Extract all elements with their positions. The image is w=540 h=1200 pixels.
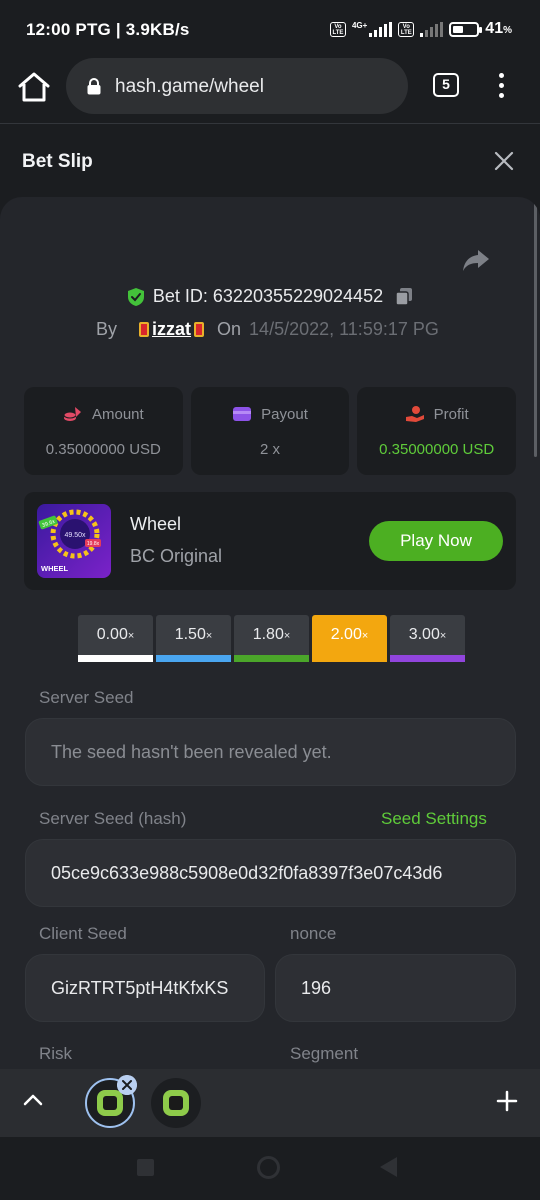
lock-icon: [87, 78, 101, 95]
red-envelope-icon-2: [194, 322, 205, 337]
copy-icon[interactable]: [395, 287, 413, 306]
game-provider: BC Original: [130, 546, 223, 566]
segment-label: Segment: [290, 1044, 359, 1063]
bet-owner-row: By izzat On 14/5/2022, 11:59:17 PG: [96, 319, 439, 340]
volte-icon: Vo LTE: [329, 21, 346, 37]
risk-label: Risk: [39, 1044, 73, 1063]
stat-payout: Payout 2 x: [190, 387, 350, 475]
scrollbar[interactable]: [534, 197, 537, 457]
recents-icon[interactable]: [137, 1159, 154, 1176]
game-name: Wheel: [130, 514, 182, 534]
stat-label: Amount: [91, 405, 144, 423]
multiplier-strip: 0.00× 1.50× 1.80× 2.00× 3.00×: [78, 615, 465, 662]
stat-value: 0.35000000 USD: [379, 441, 495, 458]
overflow-menu-icon[interactable]: [490, 70, 512, 100]
bet-date: 14/5/2022, 11:59:17 PG: [249, 319, 439, 339]
battery-icon: [449, 21, 483, 37]
game-info: 49.50x 39.6x 19.8x WHEEL Wheel BC Origin…: [24, 492, 516, 590]
close-icon[interactable]: [492, 149, 516, 173]
bet-slip-title: Bet Slip: [22, 151, 93, 172]
bc-game-icon: [163, 1090, 189, 1116]
signal-bars-icon-2: [420, 21, 444, 37]
red-envelope-icon: [139, 322, 150, 337]
status-bar: 12:00 PTG | 3.9KB/s Vo LTE 4G+ Vo LTE 41%: [0, 0, 540, 60]
status-time: 12:00 PTG | 3.9KB/s: [26, 20, 190, 39]
by-label: By: [96, 319, 118, 339]
wheel-game-thumbnail[interactable]: 49.50x 39.6x 19.8x WHEEL: [37, 504, 111, 578]
wallet-icon: [233, 407, 252, 421]
play-now-button[interactable]: Play Now: [369, 521, 503, 561]
username[interactable]: izzat: [152, 319, 191, 340]
seed-settings-link[interactable]: Seed Settings: [381, 809, 487, 829]
share-icon[interactable]: [462, 248, 490, 272]
status-indicators: Vo LTE 4G+ Vo LTE 41%: [329, 20, 512, 38]
chevron-up-icon[interactable]: [22, 1091, 44, 1109]
svg-text:19.8x: 19.8x: [87, 541, 100, 547]
url-text[interactable]: hash.game/wheel: [115, 76, 264, 98]
stat-value: 2 x: [260, 441, 281, 458]
server-seed-hash-field[interactable]: 05ce9c633e988c5908e0d32f0fa8397f3e07c43d…: [25, 839, 516, 907]
bet-slip-header: Bet Slip: [0, 124, 540, 196]
stat-amount: Amount 0.35000000 USD: [24, 387, 183, 475]
network-type: 4G+: [351, 20, 368, 30]
close-tab-icon[interactable]: [117, 1075, 137, 1095]
coins-icon: [63, 407, 81, 421]
bet-id-row: Bet ID: 63220355229024452: [0, 286, 540, 307]
server-seed-label: Server Seed: [39, 688, 134, 707]
profit-hand-icon: [405, 406, 424, 422]
stat-profit: Profit 0.35000000 USD: [357, 387, 517, 475]
battery-level: 41%: [485, 20, 512, 37]
stat-label: Profit: [433, 405, 469, 423]
signal-bars-icon: [369, 21, 393, 37]
svg-text:49.50x: 49.50x: [64, 532, 86, 539]
bet-id: Bet ID: 63220355229024452: [152, 286, 384, 306]
browser-tab-strip: [0, 1069, 540, 1137]
client-seed-field[interactable]: GizRTRT5ptH4tKfxKS: [25, 954, 265, 1022]
address-bar[interactable]: hash.game/wheel: [66, 58, 408, 114]
home-nav-icon[interactable]: [257, 1156, 280, 1179]
verified-shield-icon: [127, 287, 144, 306]
volte-icon-2: Vo LTE: [398, 21, 415, 37]
stat-value: 0.35000000 USD: [45, 441, 161, 458]
bet-detail-card: Bet ID: 63220355229024452 By izzat On 14…: [0, 197, 540, 1077]
on-label: On: [217, 319, 242, 339]
server-seed-hash-label: Server Seed (hash): [39, 809, 187, 828]
nonce-label: nonce: [290, 924, 337, 943]
multiplier-chip: 1.50×: [156, 615, 231, 662]
user-link[interactable]: izzat: [139, 319, 205, 340]
browser-toolbar: hash.game/wheel 5: [0, 56, 540, 124]
svg-text:WHEEL: WHEEL: [41, 564, 69, 573]
nonce-field[interactable]: 196: [275, 954, 516, 1022]
stat-label: Payout: [261, 405, 308, 423]
multiplier-chip: 3.00×: [390, 615, 465, 662]
system-nav-bar: [0, 1137, 540, 1200]
tab-switcher-button[interactable]: 5: [433, 73, 459, 97]
multiplier-chip: 0.00×: [78, 615, 153, 662]
back-icon[interactable]: [380, 1157, 397, 1177]
bet-stats: Amount 0.35000000 USD Payout 2 x Profit: [24, 387, 517, 475]
server-seed-field[interactable]: The seed hasn't been revealed yet.: [25, 718, 516, 786]
multiplier-chip: 1.80×: [234, 615, 309, 662]
bc-game-icon: [97, 1090, 123, 1116]
new-tab-icon[interactable]: [496, 1090, 518, 1112]
tab-thumbnail[interactable]: [151, 1078, 201, 1128]
multiplier-chip-active: 2.00×: [312, 615, 387, 662]
home-icon[interactable]: [16, 70, 52, 104]
client-seed-label: Client Seed: [39, 924, 127, 943]
